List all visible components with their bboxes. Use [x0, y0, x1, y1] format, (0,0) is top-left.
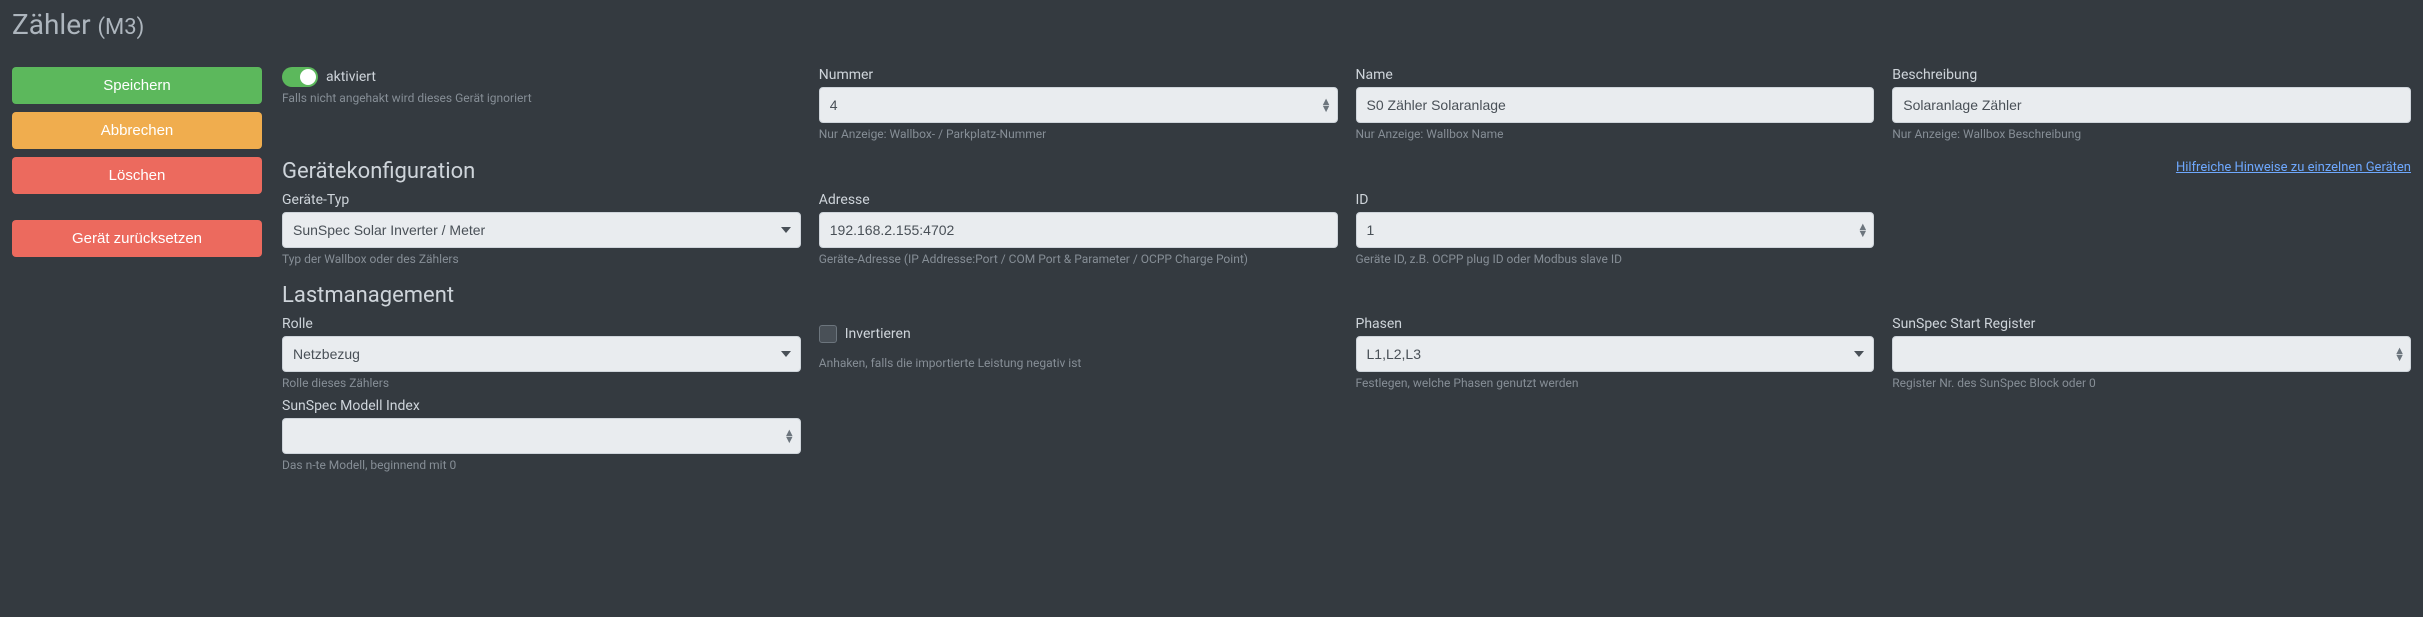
phasen-select[interactable]: L1,L2,L3: [1356, 336, 1875, 372]
rolle-help: Rolle dieses Zählers: [282, 376, 801, 392]
nummer-label: Nummer: [819, 67, 1338, 83]
adresse-help: Geräte-Adresse (IP Addresse:Port / COM P…: [819, 252, 1338, 268]
id-input[interactable]: [1356, 212, 1875, 248]
invertieren-cell: Invertieren Anhaken, falls die importier…: [819, 316, 1338, 372]
beschreibung-cell: Beschreibung Nur Anzeige: Wallbox Beschr…: [1892, 67, 2411, 143]
geraete-typ-select[interactable]: SunSpec Solar Inverter / Meter: [282, 212, 801, 248]
id-cell: ID ▲▼ Geräte ID, z.B. OCPP plug ID oder …: [1356, 192, 1875, 268]
action-sidebar: Speichern Abbrechen Löschen Gerät zurück…: [12, 67, 262, 473]
cancel-button[interactable]: Abbrechen: [12, 112, 262, 149]
rolle-label: Rolle: [282, 316, 801, 332]
geraete-typ-help: Typ der Wallbox oder des Zählers: [282, 252, 801, 268]
name-cell: Name Nur Anzeige: Wallbox Name: [1356, 67, 1875, 143]
sunspec-start-cell: SunSpec Start Register ▲▼ Register Nr. d…: [1892, 316, 2411, 392]
nummer-cell: Nummer ▲▼ Nur Anzeige: Wallbox- / Parkpl…: [819, 67, 1338, 143]
phasen-cell: Phasen L1,L2,L3 Festlegen, welche Phasen…: [1356, 316, 1875, 392]
section-load-title: Lastmanagement: [282, 283, 2411, 308]
sunspec-index-label: SunSpec Modell Index: [282, 398, 801, 414]
adresse-cell: Adresse Geräte-Adresse (IP Addresse:Port…: [819, 192, 1338, 268]
activated-label: aktiviert: [326, 69, 376, 85]
delete-button[interactable]: Löschen: [12, 157, 262, 194]
nummer-input[interactable]: [819, 87, 1338, 123]
phasen-help: Festlegen, welche Phasen genutzt werden: [1356, 376, 1875, 392]
beschreibung-input[interactable]: [1892, 87, 2411, 123]
geraete-typ-label: Geräte-Typ: [282, 192, 801, 208]
save-button[interactable]: Speichern: [12, 67, 262, 104]
sunspec-index-cell: SunSpec Modell Index ▲▼ Das n-te Modell,…: [282, 398, 801, 474]
name-label: Name: [1356, 67, 1875, 83]
title-main: Zähler: [12, 8, 91, 41]
beschreibung-help: Nur Anzeige: Wallbox Beschreibung: [1892, 127, 2411, 143]
nummer-help: Nur Anzeige: Wallbox- / Parkplatz-Nummer: [819, 127, 1338, 143]
adresse-input[interactable]: [819, 212, 1338, 248]
invertieren-checkbox[interactable]: [819, 325, 837, 343]
invertieren-label: Invertieren: [845, 326, 911, 342]
beschreibung-label: Beschreibung: [1892, 67, 2411, 83]
main-form: aktiviert Falls nicht angehakt wird dies…: [282, 67, 2411, 473]
id-help: Geräte ID, z.B. OCPP plug ID oder Modbus…: [1356, 252, 1875, 268]
name-help: Nur Anzeige: Wallbox Name: [1356, 127, 1875, 143]
activated-toggle[interactable]: [282, 67, 318, 87]
section-config-title: Gerätekonfiguration: [282, 159, 475, 184]
sunspec-start-help: Register Nr. des SunSpec Block oder 0: [1892, 376, 2411, 392]
invertieren-help: Anhaken, falls die importierte Leistung …: [819, 356, 1338, 372]
activated-help: Falls nicht angehakt wird dieses Gerät i…: [282, 91, 801, 107]
name-input[interactable]: [1356, 87, 1875, 123]
reset-device-button[interactable]: Gerät zurücksetzen: [12, 220, 262, 257]
sunspec-index-input[interactable]: [282, 418, 801, 454]
page-title: Zähler (M3): [12, 8, 2411, 41]
sunspec-index-help: Das n-te Modell, beginnend mit 0: [282, 458, 801, 474]
geraete-typ-cell: Geräte-Typ SunSpec Solar Inverter / Mete…: [282, 192, 801, 268]
sunspec-start-label: SunSpec Start Register: [1892, 316, 2411, 332]
rolle-select[interactable]: Netzbezug: [282, 336, 801, 372]
id-label: ID: [1356, 192, 1875, 208]
activated-cell: aktiviert Falls nicht angehakt wird dies…: [282, 67, 801, 107]
phasen-label: Phasen: [1356, 316, 1875, 332]
adresse-label: Adresse: [819, 192, 1338, 208]
rolle-cell: Rolle Netzbezug Rolle dieses Zählers: [282, 316, 801, 392]
title-sub: (M3): [98, 15, 145, 40]
help-link[interactable]: Hilfreiche Hinweise zu einzelnen Geräten: [2176, 160, 2411, 175]
sunspec-start-input[interactable]: [1892, 336, 2411, 372]
